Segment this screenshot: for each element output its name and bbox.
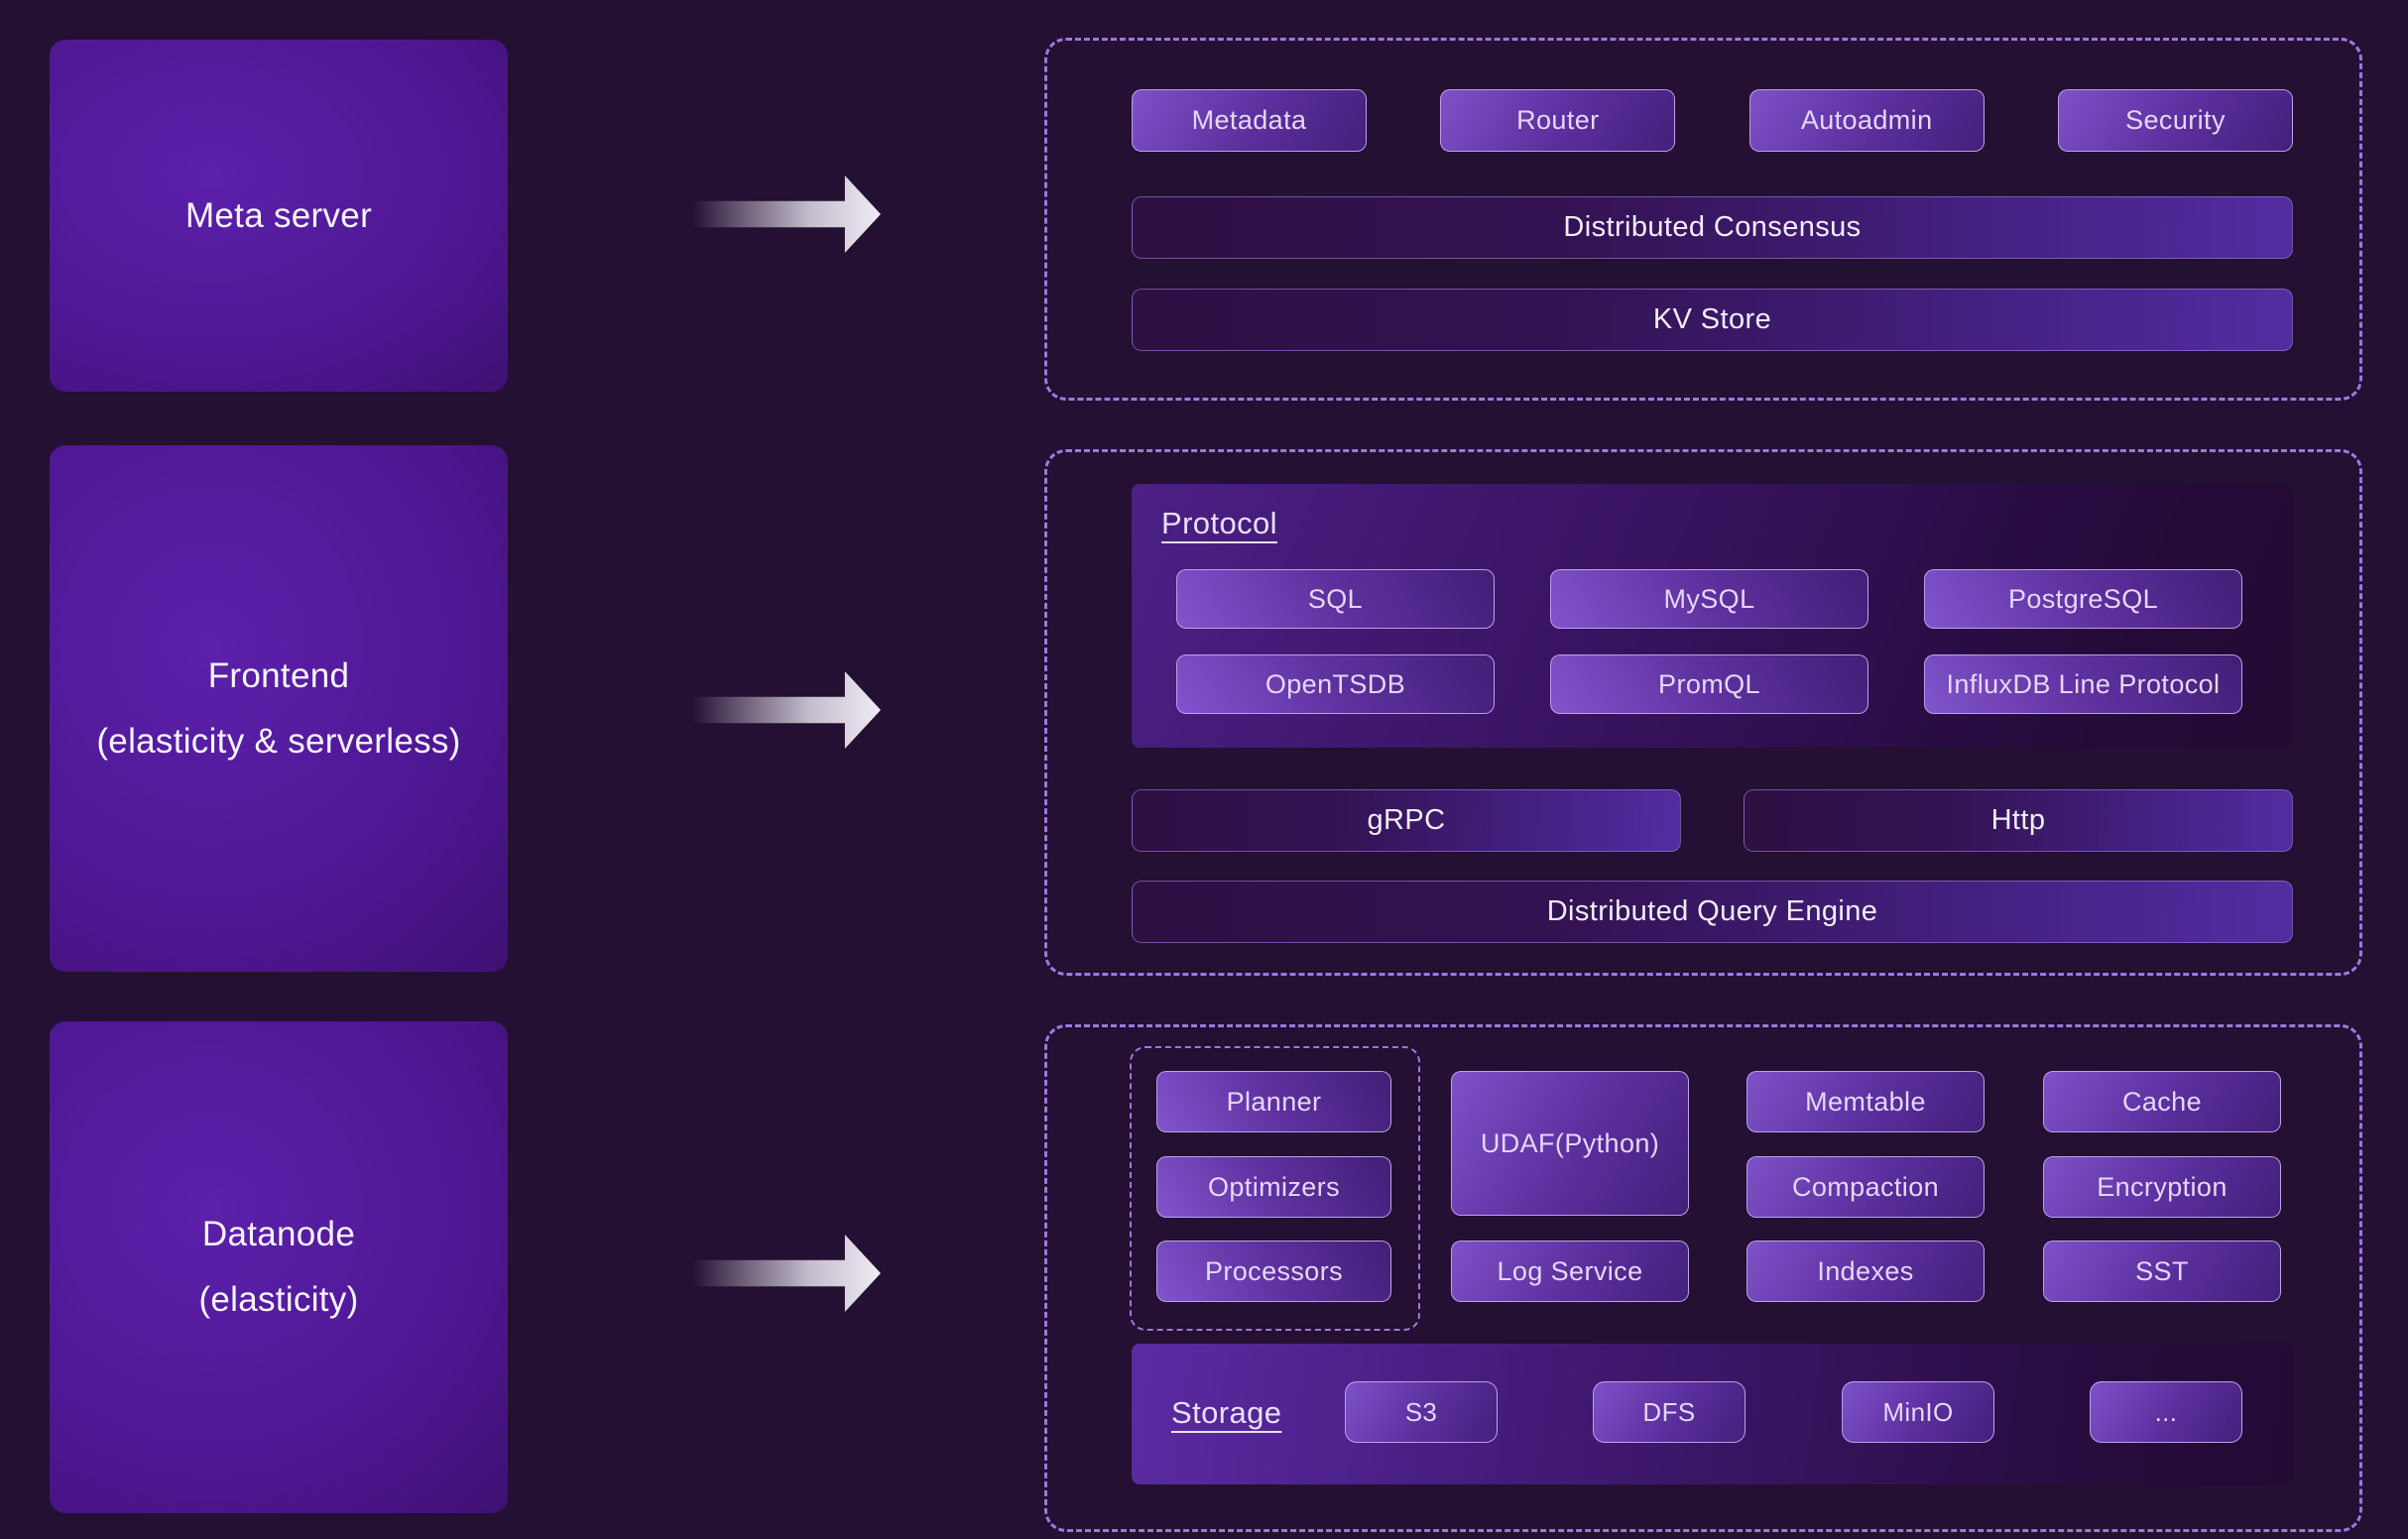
meta-server-label: Meta server [185,196,372,236]
udaf-python-box: UDAF(Python) [1451,1071,1689,1216]
right-arrow-icon [692,176,881,253]
architecture-diagram: Meta server Frontend (elasticity & serve… [0,0,2408,1539]
transport-row: gRPC Http [1132,789,2293,852]
dfs-box: DFS [1593,1381,1746,1443]
frontend-box: Frontend (elasticity & serverless) [50,445,508,972]
frontend-label-line1: Frontend [208,656,350,696]
minio-box: MinIO [1842,1381,1994,1443]
log-service-box: Log Service [1451,1241,1689,1302]
datanode-box: Datanode (elasticity) [50,1021,508,1513]
autoadmin-box: Autoadmin [1749,89,1985,152]
sst-box: SST [2043,1241,2281,1302]
router-box: Router [1440,89,1675,152]
metadata-box: Metadata [1132,89,1367,152]
right-arrow-icon [692,1235,881,1312]
storage-title: Storage [1171,1395,1281,1431]
opentsdb-box: OpenTSDB [1176,654,1495,714]
more-storage-box: ... [2090,1381,2242,1443]
protocol-title: Protocol [1161,506,1277,541]
memtable-box: Memtable [1746,1071,1985,1132]
frontend-panel: Protocol SQL MySQL PostgreSQL OpenTSDB P… [1044,449,2362,976]
kv-store-bar: KV Store [1132,289,2293,351]
cache-box: Cache [2043,1071,2281,1132]
frontend-label-line2: (elasticity & serverless) [96,722,460,762]
http-bar: Http [1744,789,2293,852]
promql-box: PromQL [1550,654,1868,714]
datanode-label-line1: Datanode [202,1215,355,1254]
postgresql-box: PostgreSQL [1924,569,2242,629]
compaction-box: Compaction [1746,1156,1985,1218]
influxdb-line-protocol-box: InfluxDB Line Protocol [1924,654,2242,714]
storage-subpanel: Storage S3 DFS MinIO ... [1132,1344,2293,1484]
meta-components-row: Metadata Router Autoadmin Security [1132,89,2293,152]
right-arrow-icon [692,671,881,749]
sql-box: SQL [1176,569,1495,629]
meta-server-panel: Metadata Router Autoadmin Security Distr… [1044,38,2362,401]
distributed-query-engine-bar: Distributed Query Engine [1132,881,2293,943]
mysql-box: MySQL [1550,569,1868,629]
datanode-label-line2: (elasticity) [198,1280,358,1320]
indexes-box: Indexes [1746,1241,1985,1302]
grpc-bar: gRPC [1132,789,1681,852]
protocol-subpanel: Protocol SQL MySQL PostgreSQL OpenTSDB P… [1132,484,2293,748]
s3-box: S3 [1345,1381,1498,1443]
protocol-grid: SQL MySQL PostgreSQL OpenTSDB PromQL Inf… [1176,569,2242,714]
meta-server-box: Meta server [50,40,508,392]
optimizers-box: Optimizers [1156,1156,1391,1218]
security-box: Security [2058,89,2293,152]
planner-box: Planner [1156,1071,1391,1132]
distributed-consensus-bar: Distributed Consensus [1132,196,2293,259]
datanode-panel: Planner Optimizers Processors UDAF(Pytho… [1044,1024,2362,1532]
processors-box: Processors [1156,1241,1391,1302]
encryption-box: Encryption [2043,1156,2281,1218]
